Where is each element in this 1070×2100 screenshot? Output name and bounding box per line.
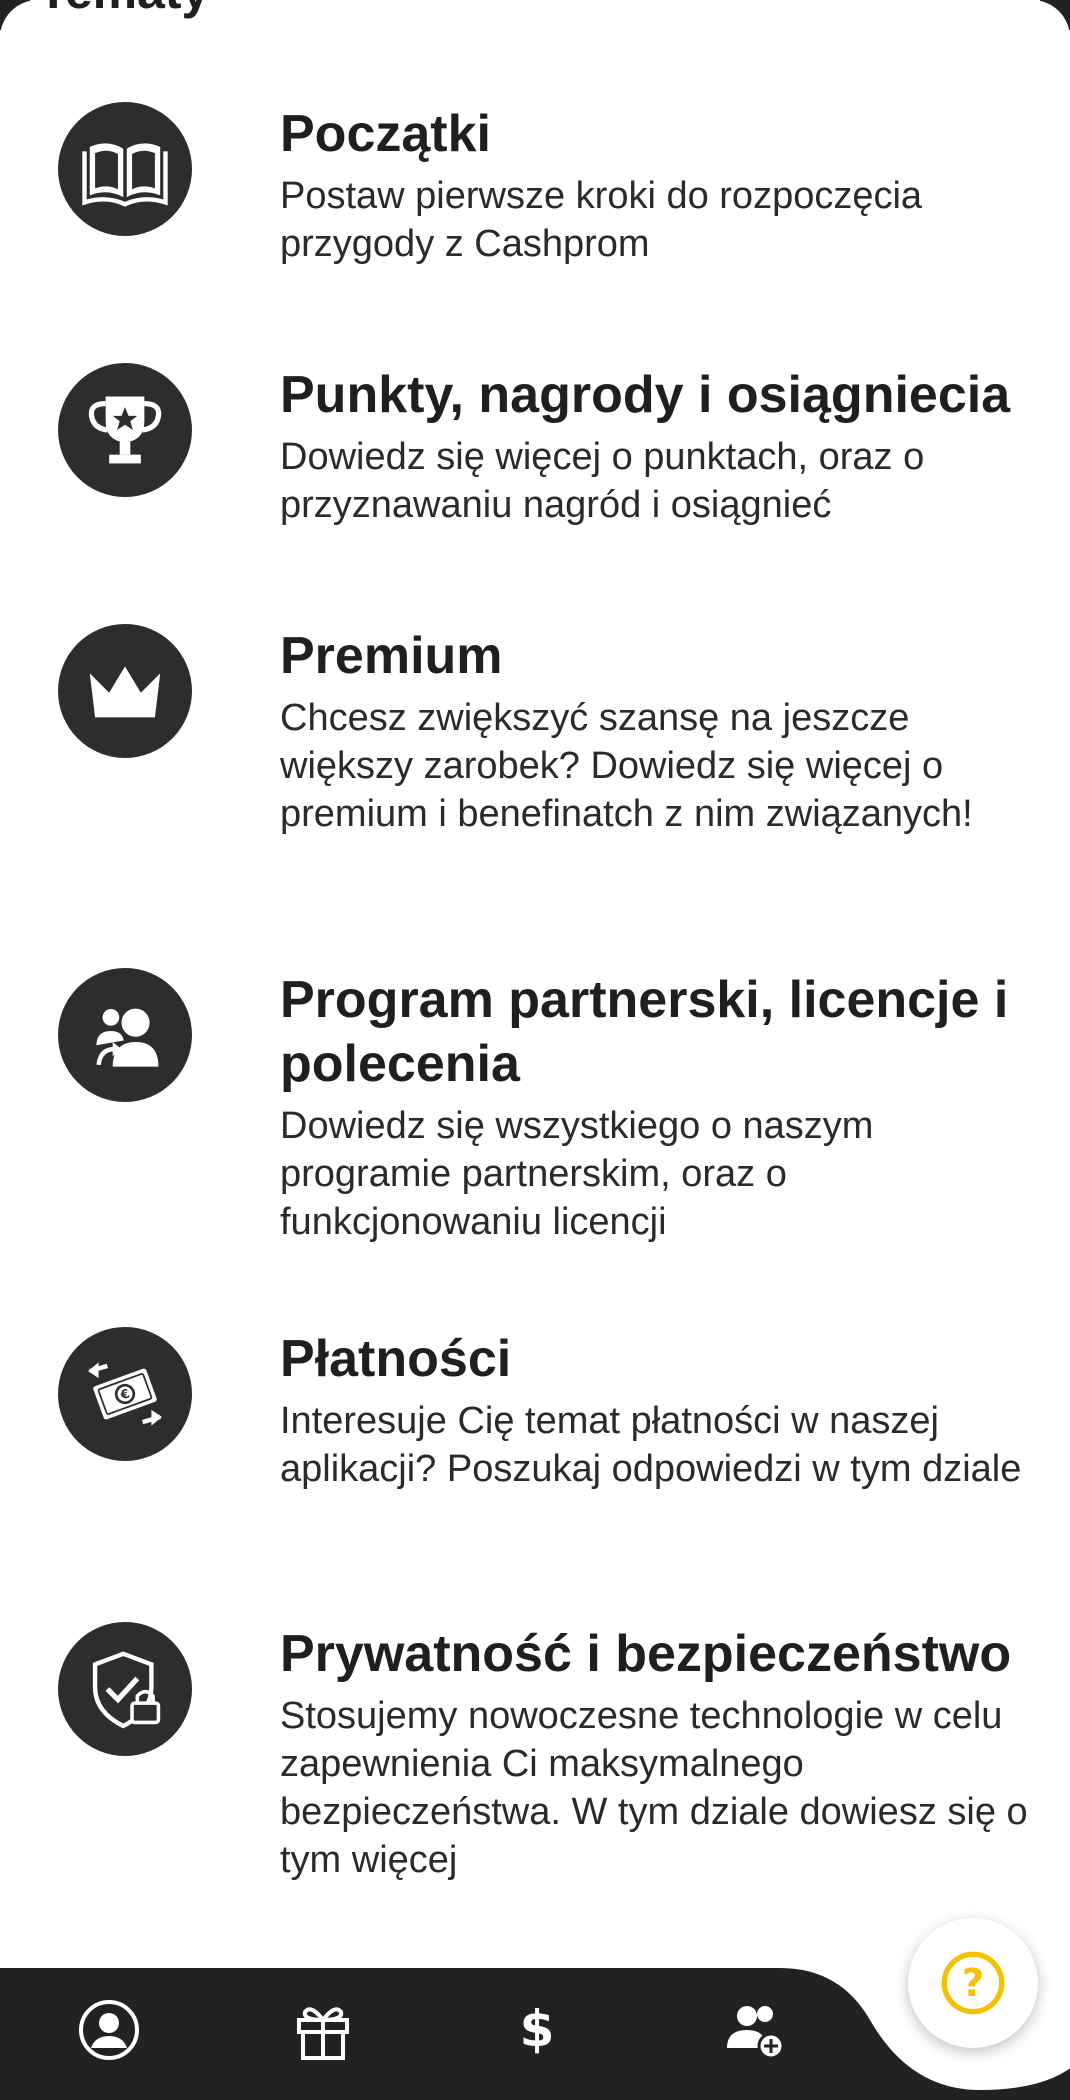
topic-title: Początki bbox=[280, 105, 491, 163]
page-title: Tematy bbox=[38, 0, 209, 20]
topic-description: Postaw pierwsze kroki do rozpoczęcia prz… bbox=[280, 175, 923, 265]
crown-icon bbox=[58, 624, 192, 758]
profile-icon bbox=[79, 2000, 139, 2060]
topic-item-partner-program[interactable]: Program partnerski, licencje i polecenia… bbox=[58, 968, 1058, 1246]
help-icon: ? bbox=[941, 1951, 1005, 2015]
topic-title: Płatności bbox=[280, 1330, 512, 1388]
topic-item-beginnings[interactable]: Początki Postaw pierwsze kroki do rozpoc… bbox=[58, 102, 1058, 268]
topic-title: Program partnerski, licencje i polecenia bbox=[280, 971, 1009, 1093]
trophy-icon bbox=[58, 363, 192, 497]
help-button[interactable]: ? bbox=[908, 1918, 1038, 2048]
topic-item-privacy-security[interactable]: Prywatność i bezpieczeństwo Stosujemy no… bbox=[58, 1622, 1058, 1884]
topic-item-payments[interactable]: € Płatności Interesuje Cię temat płatnoś… bbox=[58, 1327, 1058, 1493]
dollar-icon: $ bbox=[520, 2000, 555, 2058]
topic-description: Dowiedz się więcej o punktach, oraz o pr… bbox=[280, 436, 925, 526]
topic-description: Stosujemy nowoczesne technologie w celu … bbox=[280, 1695, 1028, 1881]
nav-profile-button[interactable] bbox=[74, 1995, 144, 2065]
nav-invite-friends-button[interactable] bbox=[720, 1995, 790, 2065]
money-exchange-icon: € bbox=[58, 1327, 192, 1461]
shield-lock-icon bbox=[58, 1622, 192, 1756]
svg-text:$: $ bbox=[520, 2000, 555, 2058]
topic-description: Dowiedz się wszystkiego o naszym program… bbox=[280, 1105, 874, 1243]
svg-text:?: ? bbox=[962, 1961, 984, 2006]
gift-icon bbox=[297, 2007, 349, 2060]
topic-description: Interesuje Cię temat płatności w naszej … bbox=[280, 1400, 1022, 1490]
topic-description: Chcesz zwiększyć szansę na jeszcze więks… bbox=[280, 697, 973, 835]
book-icon bbox=[58, 102, 192, 236]
users-referral-icon bbox=[58, 968, 192, 1102]
topic-item-points-rewards[interactable]: Punkty, nagrody i osiągniecia Dowiedz si… bbox=[58, 363, 1058, 529]
topic-item-premium[interactable]: Premium Chcesz zwiększyć szansę na jeszc… bbox=[58, 624, 1058, 838]
topic-title: Premium bbox=[280, 627, 503, 685]
add-friend-icon bbox=[727, 2006, 785, 2060]
topic-title: Punkty, nagrody i osiągniecia bbox=[280, 366, 1011, 424]
topic-title: Prywatność i bezpieczeństwo bbox=[280, 1625, 1012, 1683]
nav-earnings-button[interactable]: $ bbox=[502, 1995, 572, 2065]
topics-sheet: Tematy Początki Postaw pierwsze kroki do… bbox=[0, 0, 1070, 1975]
nav-rewards-button[interactable] bbox=[288, 1995, 358, 2065]
